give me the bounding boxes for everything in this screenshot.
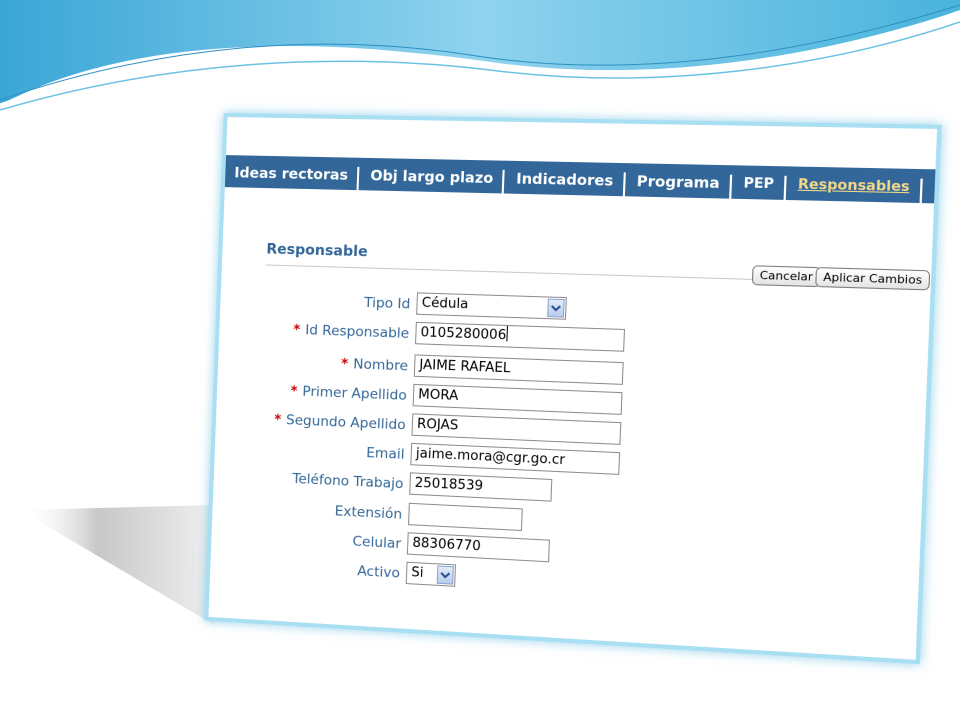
extension-input[interactable] xyxy=(407,502,523,532)
id-responsable-label: * Id Responsable xyxy=(293,322,410,342)
nombre-label: * Nombre xyxy=(340,356,409,375)
text-cursor xyxy=(506,325,508,342)
segundo-apellido-input[interactable]: ROJAS xyxy=(411,413,622,445)
form-panel: Ideas rectoras Obj largo plazo Indicador… xyxy=(204,112,942,665)
tipo-id-value: Cédula xyxy=(421,295,469,313)
required-marker: * xyxy=(290,384,298,400)
tab-plan-desarrollo[interactable]: Plan desarrollo xyxy=(923,178,942,207)
activo-value: Si xyxy=(410,565,424,581)
apply-changes-button[interactable]: Aplicar Cambios xyxy=(815,267,931,291)
extension-label: Extensión xyxy=(334,503,403,523)
tab-pep[interactable]: PEP xyxy=(733,174,787,200)
email-label: Email xyxy=(365,444,405,463)
required-marker: * xyxy=(273,412,282,428)
tipo-id-label: Tipo Id xyxy=(363,294,411,313)
primer-apellido-label: * Primer Apellido xyxy=(290,383,408,404)
tipo-id-select[interactable]: Cédula xyxy=(416,292,567,320)
nombre-input[interactable]: JAIME RAFAEL xyxy=(413,354,624,385)
primer-apellido-input[interactable]: MORA xyxy=(412,383,623,415)
telefono-trabajo-label: Teléfono Trabajo xyxy=(292,470,404,493)
celular-input[interactable]: 88306770 xyxy=(406,532,550,563)
activo-label: Activo xyxy=(357,563,401,582)
chevron-down-icon[interactable] xyxy=(436,565,454,585)
wave-header-decoration xyxy=(0,0,960,111)
id-responsable-input[interactable]: 0105280006 xyxy=(415,321,626,352)
required-marker: * xyxy=(340,356,349,373)
segundo-apellido-label: * Segundo Apellido xyxy=(273,412,407,434)
tab-programa[interactable]: Programa xyxy=(626,172,732,199)
cancel-button[interactable]: Cancelar xyxy=(751,265,821,288)
chevron-down-icon[interactable] xyxy=(547,298,565,318)
section-title: Responsable xyxy=(266,241,368,261)
tab-bar: Ideas rectoras Obj largo plazo Indicador… xyxy=(224,155,942,207)
tab-ideas-rectoras[interactable]: Ideas rectoras xyxy=(224,164,360,191)
tab-obj-largo-plazo[interactable]: Obj largo plazo xyxy=(360,166,506,194)
activo-select[interactable]: Si xyxy=(405,561,457,587)
celular-label: Celular xyxy=(352,533,402,553)
telefono-trabajo-input[interactable]: 25018539 xyxy=(409,472,553,502)
required-marker: * xyxy=(293,322,301,339)
tab-indicadores[interactable]: Indicadores xyxy=(506,169,626,197)
tab-responsables[interactable]: Responsables xyxy=(787,175,923,204)
